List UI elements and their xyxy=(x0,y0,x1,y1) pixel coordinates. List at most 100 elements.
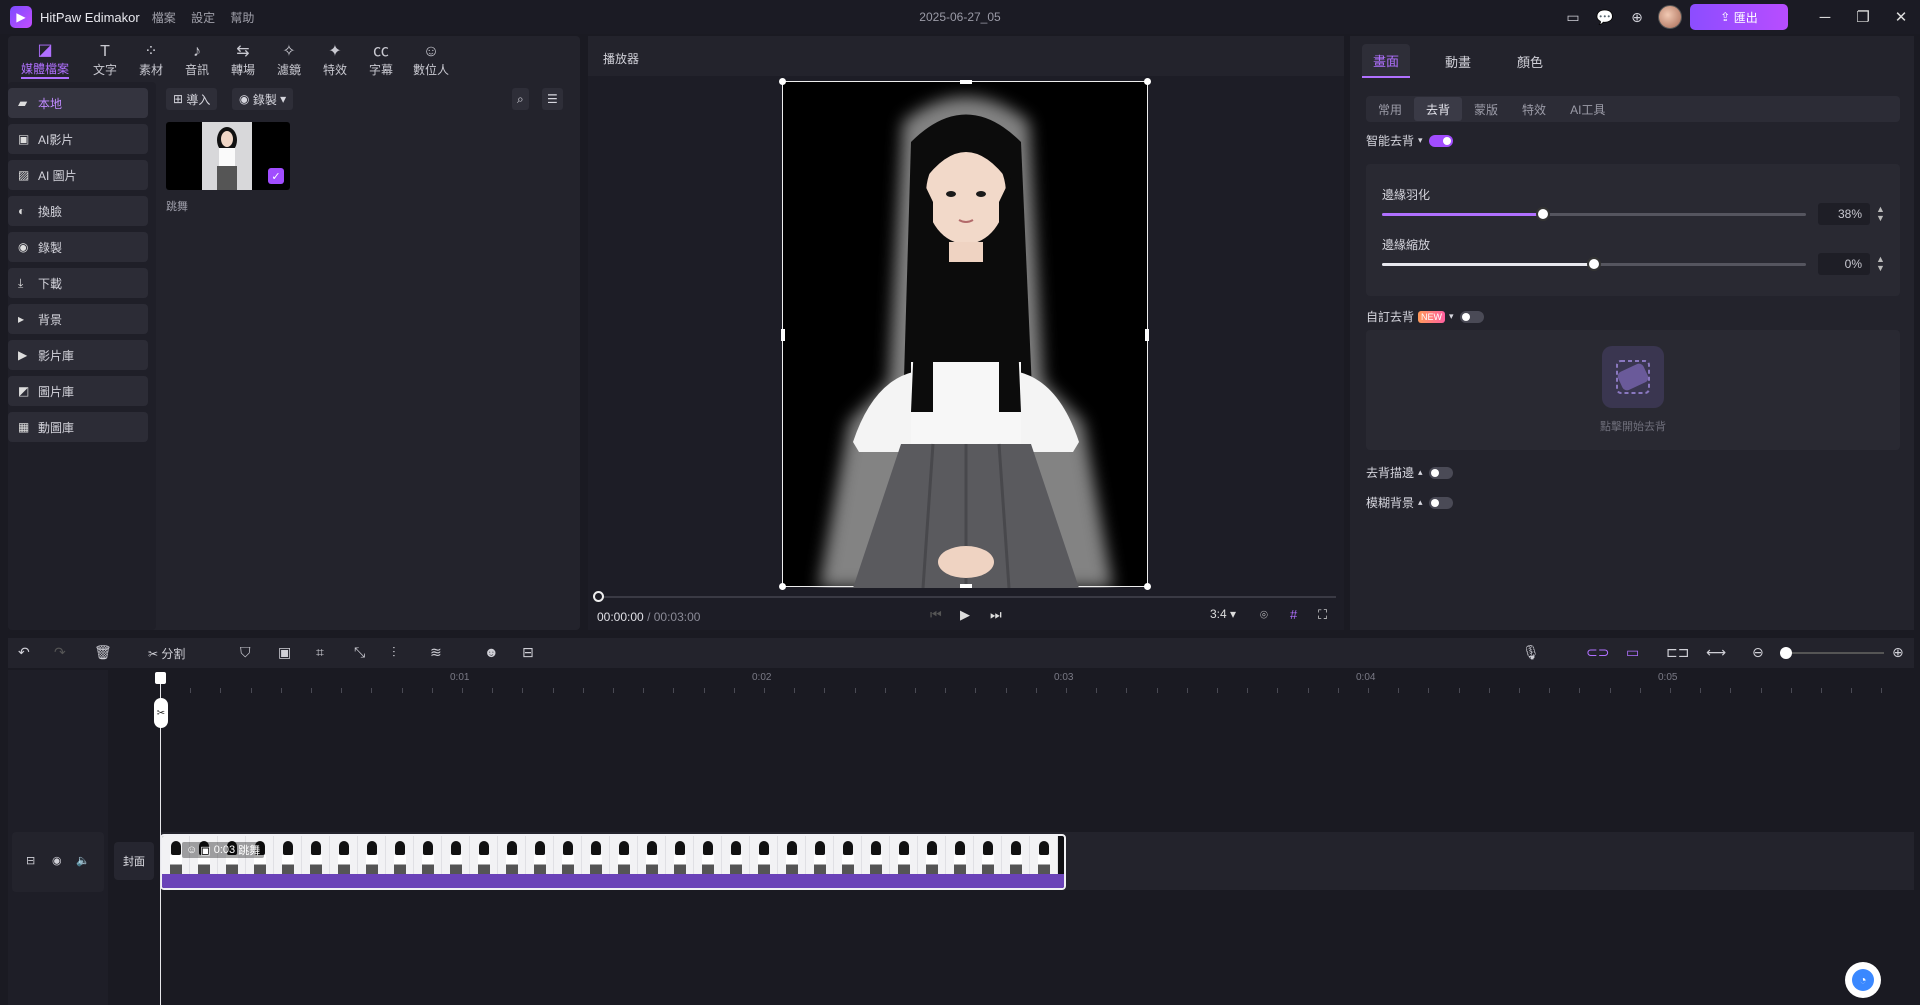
prev-frame-icon[interactable]: ⏮ xyxy=(930,607,942,623)
resize-handle[interactable] xyxy=(1145,329,1149,341)
tool-assets[interactable]: ⁘ 素材 xyxy=(128,40,174,80)
split-marker-icon[interactable]: ✂ xyxy=(154,698,168,728)
zoom-out-icon[interactable]: ⊖ xyxy=(1752,644,1764,661)
cover-button[interactable]: 封面 xyxy=(114,842,154,880)
tool-digital-human[interactable]: ☺ 數位人 xyxy=(404,40,458,80)
spinner-icon[interactable]: ▲ ▼ xyxy=(1876,255,1885,273)
edge-feather-knob[interactable] xyxy=(1536,207,1550,221)
export-button[interactable]: ⇪ 匯出 xyxy=(1690,4,1788,30)
speed-icon[interactable]: ≋ xyxy=(430,644,442,661)
tab-picture[interactable]: 畫面 xyxy=(1362,44,1410,78)
edge-scale-slider[interactable] xyxy=(1382,257,1806,271)
zoom-slider[interactable] xyxy=(1784,652,1884,654)
aspect-ratio-select[interactable]: 3:4 ▾ xyxy=(1210,607,1236,621)
video-preview[interactable] xyxy=(779,78,1151,590)
edge-feather-slider[interactable] xyxy=(1382,207,1806,221)
sidebar-item-video-library[interactable]: ▶ 影片庫 xyxy=(8,340,148,370)
resize-handle[interactable] xyxy=(1144,583,1151,590)
custom-bg-toggle[interactable] xyxy=(1459,310,1484,323)
sidebar-item-face-swap[interactable]: ◐ 換臉 xyxy=(8,196,148,226)
crop-icon[interactable]: ⌗ xyxy=(316,644,324,661)
volume-icon[interactable]: 🔈 xyxy=(76,854,90,867)
playhead-handle[interactable] xyxy=(155,672,166,684)
tab-animation[interactable]: 動畫 xyxy=(1434,44,1482,78)
selected-check-icon[interactable]: ✓ xyxy=(268,168,284,184)
sidebar-item-ai-image[interactable]: ▨ AI 圖片 xyxy=(8,160,148,190)
delete-icon[interactable]: 🗑 xyxy=(94,644,112,661)
search-icon[interactable]: ⌕ xyxy=(512,88,529,110)
download-circle-icon[interactable]: ⊕ xyxy=(1626,6,1648,28)
resize-icon[interactable]: ⤡ xyxy=(354,644,365,661)
feedback-icon[interactable]: 💬 xyxy=(1594,6,1616,28)
sidebar-item-image-library[interactable]: ◩ 圖片庫 xyxy=(8,376,148,406)
play-icon[interactable]: ▶ xyxy=(960,607,970,623)
resize-handle[interactable] xyxy=(1144,78,1151,85)
undo-icon[interactable]: ↶ xyxy=(18,644,30,661)
freeze-icon[interactable]: ⊟ xyxy=(522,644,534,661)
sidebar-item-record[interactable]: ◉ 錄製 xyxy=(8,232,148,262)
import-button[interactable]: ⊞ 導入 xyxy=(166,88,218,110)
tool-transition[interactable]: ⇆ 轉場 xyxy=(220,40,266,80)
list-view-icon[interactable]: ☰ xyxy=(542,88,563,110)
restore-icon[interactable]: ❐ xyxy=(1844,0,1882,34)
spinner-icon[interactable]: ▲ ▼ xyxy=(1876,205,1885,223)
video-clip[interactable]: ☺ ▣ 0:03 跳舞 xyxy=(160,834,1066,890)
split-button[interactable]: ✂ 分割 xyxy=(148,645,185,662)
resize-handle[interactable] xyxy=(960,584,972,588)
shield-icon[interactable]: ⛉ xyxy=(240,644,251,661)
resize-handle[interactable] xyxy=(779,78,786,85)
tool-effects[interactable]: ✦ 特效 xyxy=(312,40,358,80)
scrubber-knob[interactable] xyxy=(593,591,604,602)
tool-text[interactable]: T 文字 xyxy=(82,40,128,80)
layout-icon[interactable]: ▭ xyxy=(1562,6,1584,28)
eye-icon[interactable]: ◉ xyxy=(52,854,62,867)
subtab-ai-tools[interactable]: AI工具 xyxy=(1558,97,1617,121)
custom-bg-area[interactable]: 點擊開始去背 xyxy=(1366,330,1900,450)
smart-bg-toggle[interactable] xyxy=(1428,134,1453,147)
subtab-remove-bg[interactable]: 去背 xyxy=(1414,97,1463,121)
playback-scrubber[interactable] xyxy=(596,596,1336,598)
tab-color[interactable]: 顏色 xyxy=(1506,44,1554,78)
magnet-icon[interactable]: ▭ xyxy=(1626,644,1639,661)
redo-icon[interactable]: ↷ xyxy=(54,644,66,661)
resize-handle[interactable] xyxy=(960,80,972,84)
outline-toggle[interactable] xyxy=(1428,466,1453,479)
minimize-icon[interactable]: ─ xyxy=(1806,0,1844,34)
menu-settings[interactable]: 設定 xyxy=(191,11,215,25)
tool-filter[interactable]: ✧ 濾鏡 xyxy=(266,40,312,80)
sidebar-item-local[interactable]: ▰ 本地 xyxy=(8,88,148,118)
mirror-icon[interactable]: ⫶ xyxy=(392,644,396,661)
blur-bg-toggle[interactable] xyxy=(1428,496,1453,509)
tool-media[interactable]: ◪ 媒體檔案 xyxy=(8,40,82,80)
sidebar-item-download[interactable]: ⤓ 下載 xyxy=(8,268,148,298)
snapshot-icon[interactable]: ⌾ xyxy=(1260,607,1268,623)
subtab-mask[interactable]: 蒙版 xyxy=(1462,97,1510,121)
subtab-effects[interactable]: 特效 xyxy=(1510,97,1558,121)
microphone-icon[interactable]: 🎙 xyxy=(1522,644,1540,661)
person-icon[interactable]: ☻ xyxy=(484,644,499,660)
edge-feather-value[interactable]: 38% xyxy=(1818,203,1870,225)
zoom-knob[interactable] xyxy=(1780,647,1792,659)
timeline-ruler[interactable]: 0:01 0:02 0:03 0:04 0:05 xyxy=(152,670,1914,694)
text-box-icon[interactable]: ▣ xyxy=(278,644,291,661)
resize-handle[interactable] xyxy=(779,583,786,590)
fullscreen-icon[interactable]: ⛶ xyxy=(1318,607,1327,623)
fit-icon[interactable]: ⟷ xyxy=(1706,644,1726,661)
sidebar-item-ai-video[interactable]: ▣ AI影片 xyxy=(8,124,148,154)
zoom-in-icon[interactable]: ⊕ xyxy=(1892,644,1904,661)
grid-icon[interactable]: # xyxy=(1290,607,1297,622)
help-button[interactable]: ◔ xyxy=(1845,962,1881,998)
media-thumbnail[interactable]: ✓ xyxy=(166,122,290,190)
resize-handle[interactable] xyxy=(781,329,785,341)
subtab-common[interactable]: 常用 xyxy=(1366,97,1414,121)
sidebar-item-background[interactable]: ▸ 背景 xyxy=(8,304,148,334)
edge-scale-value[interactable]: 0% xyxy=(1818,253,1870,275)
close-icon[interactable]: ✕ xyxy=(1882,0,1920,34)
tool-subtitle[interactable]: ㏄字幕 xyxy=(358,40,404,80)
link-icon[interactable]: ⊂⊃ xyxy=(1586,644,1609,661)
menu-help[interactable]: 幫助 xyxy=(230,11,254,25)
edge-scale-knob[interactable] xyxy=(1587,257,1601,271)
avatar[interactable] xyxy=(1658,5,1682,29)
next-frame-icon[interactable]: ⏭ xyxy=(990,607,1002,623)
menu-file[interactable]: 檔案 xyxy=(152,11,176,25)
